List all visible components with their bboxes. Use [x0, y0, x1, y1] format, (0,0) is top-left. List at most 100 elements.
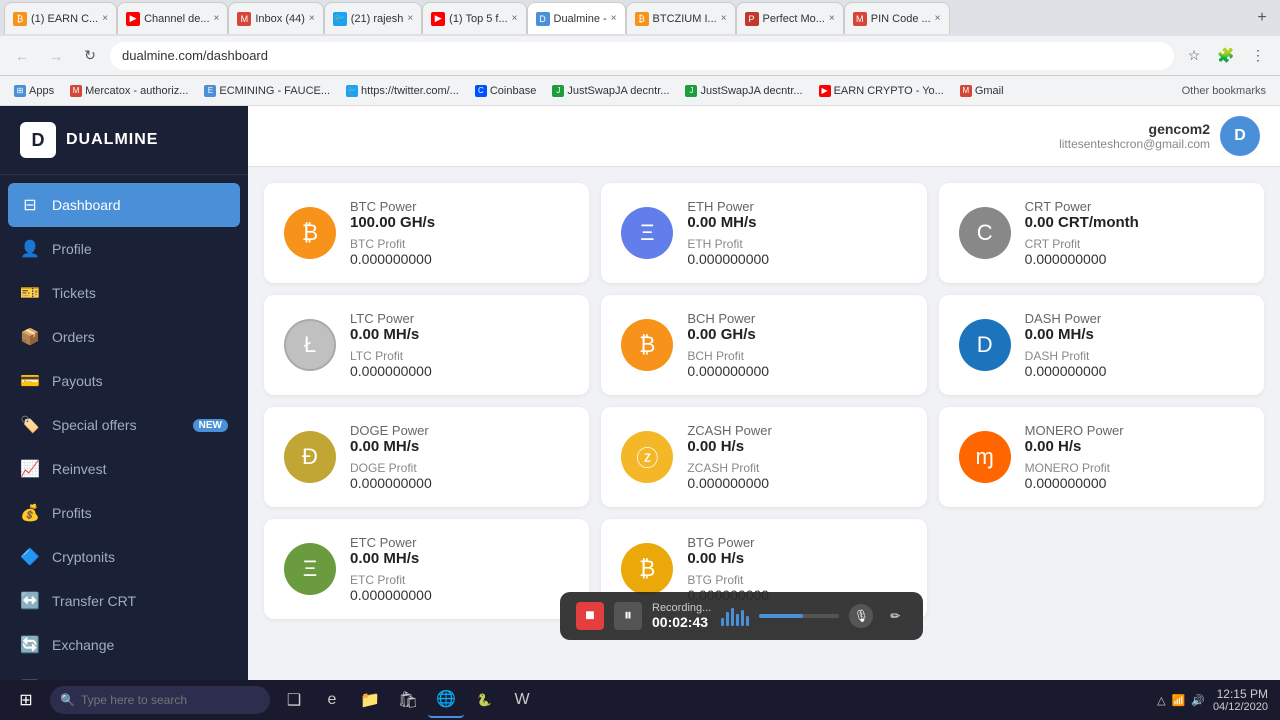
recording-overlay: ■ ⏸ Recording... 00:02:43 🎙 ✏ [560, 592, 923, 640]
tab-close-button[interactable]: × [512, 13, 518, 24]
sidebar-item-tickets[interactable]: 🎫 Tickets [0, 271, 248, 315]
forward-button[interactable]: → [42, 42, 70, 70]
tab-close-button[interactable]: × [935, 13, 941, 24]
sidebar-item-exchange[interactable]: 🔄 Exchange [0, 623, 248, 667]
sidebar-item-profile[interactable]: 👤 Profile [0, 227, 248, 271]
sidebar-item-convert[interactable]: 🔃 Convert [0, 667, 248, 680]
nav-label-cryptonits: Cryptonits [52, 549, 228, 565]
nav-icon-profits: 💰 [20, 503, 40, 523]
sidebar-item-orders[interactable]: 📦 Orders [0, 315, 248, 359]
sidebar-item-payouts[interactable]: 💳 Payouts [0, 359, 248, 403]
bookmark-item-1[interactable]: M Mercatox - authoriz... [64, 83, 194, 99]
bookmark-star-icon[interactable]: ☆ [1180, 42, 1208, 70]
start-button[interactable]: ⊞ [4, 682, 48, 718]
reload-button[interactable]: ↻ [76, 42, 104, 70]
bookmark-label: https://twitter.com/... [361, 85, 459, 97]
taskbar-store-icon[interactable]: 🛍 [390, 682, 426, 718]
tab-close-button[interactable]: × [829, 13, 835, 24]
bookmark-favicon: J [685, 85, 697, 97]
header-bar: gencom2 littesenteshcron@gmail.com D [248, 106, 1280, 167]
taskbar-pinned-apps: ❑ e 📁 🛍 🌐 🐍 W [276, 682, 540, 718]
coin-power-value-zcash: 0.00 H/s [687, 438, 906, 455]
new-badge: NEW [193, 419, 228, 432]
coin-profit-label-zcash: ZCASH Profit [687, 461, 906, 475]
address-input[interactable] [110, 42, 1174, 70]
coin-icon-btg: ₿ [621, 543, 673, 595]
browser-tab-4[interactable]: 🐦 (21) rajesh × [324, 2, 422, 34]
bookmark-item-0[interactable]: ⊞ Apps [8, 83, 60, 99]
sidebar-item-reinvest[interactable]: 📈 Reinvest [0, 447, 248, 491]
extensions-icon[interactable]: 🧩 [1212, 42, 1240, 70]
nav-label-special-offers: Special offers [52, 417, 181, 433]
sidebar-item-profits[interactable]: 💰 Profits [0, 491, 248, 535]
more-bookmarks[interactable]: Other bookmarks [1176, 83, 1272, 99]
tab-title: (1) Top 5 f... [449, 13, 508, 25]
coin-power-label-crt: CRT Power [1025, 199, 1244, 214]
browser-tab-7[interactable]: ₿ BTCZIUM I... × [626, 2, 736, 34]
recording-pause-button[interactable]: ⏸ [614, 602, 642, 630]
bar1 [721, 618, 724, 626]
taskbar-edge-icon[interactable]: e [314, 682, 350, 718]
tab-close-button[interactable]: × [309, 13, 315, 24]
browser-tab-3[interactable]: M Inbox (44) × [228, 2, 323, 34]
bookmark-item-4[interactable]: C Coinbase [469, 83, 542, 99]
recording-stop-button[interactable]: ■ [576, 602, 604, 630]
taskbar-clock: 12:15 PM 04/12/2020 [1213, 687, 1268, 713]
coin-info-zcash: ZCASH Power 0.00 H/s ZCASH Profit 0.0000… [687, 423, 906, 491]
coin-info-ltc: LTC Power 0.00 MH/s LTC Profit 0.0000000… [350, 311, 569, 379]
bookmark-item-5[interactable]: J JustSwapJA decntr... [546, 83, 675, 99]
logo-box: D [20, 122, 56, 158]
browser-tab-1[interactable]: ₿ (1) EARN C... × [4, 2, 117, 34]
avatar: D [1220, 116, 1260, 156]
bookmark-item-8[interactable]: M Gmail [954, 83, 1010, 99]
microphone-button[interactable]: 🎙 [849, 604, 873, 628]
coin-card-doge: Ð DOGE Power 0.00 MH/s DOGE Profit 0.000… [264, 407, 589, 507]
tray-icon-1: △ [1157, 694, 1165, 707]
sidebar-item-transfer-crt[interactable]: ↔️ Transfer CRT [0, 579, 248, 623]
coin-card-ltc: Ł LTC Power 0.00 MH/s LTC Profit 0.00000… [264, 295, 589, 395]
menu-icon[interactable]: ⋮ [1244, 42, 1272, 70]
coin-card-crt: C CRT Power 0.00 CRT/month CRT Profit 0.… [939, 183, 1264, 283]
browser-tab-9[interactable]: M PIN Code ... × [844, 2, 950, 34]
coin-card-bch: ₿ BCH Power 0.00 GH/s BCH Profit 0.00000… [601, 295, 926, 395]
nav-icon-exchange: 🔄 [20, 635, 40, 655]
taskbar-explorer-icon[interactable]: 📁 [352, 682, 388, 718]
new-tab-button[interactable]: + [1248, 4, 1276, 32]
tab-close-button[interactable]: × [407, 13, 413, 24]
tab-title: Perfect Mo... [763, 13, 825, 25]
sidebar-item-cryptonits[interactable]: 🔷 Cryptonits [0, 535, 248, 579]
pen-button[interactable]: ✏ [883, 604, 907, 628]
bookmark-item-2[interactable]: E ECMINING - FAUCE... [198, 83, 336, 99]
coin-power-label-dash: DASH Power [1025, 311, 1244, 326]
bookmark-item-3[interactable]: 🐦 https://twitter.com/... [340, 83, 465, 99]
browser-chrome: ₿ (1) EARN C... × ▶ Channel de... × M In… [0, 0, 1280, 106]
partial-top-row: ₿ BTC Power 100.00 GH/s BTC Profit 0.000… [264, 183, 1264, 283]
sidebar-item-special-offers[interactable]: 🏷️ Special offers NEW [0, 403, 248, 447]
taskbar-chrome-icon[interactable]: 🌐 [428, 682, 464, 718]
taskbar-word-icon[interactable]: W [504, 682, 540, 718]
browser-tab-6[interactable]: D Dualmine - × [527, 2, 626, 34]
browser-tab-2[interactable]: ▶ Channel de... × [117, 2, 228, 34]
tab-close-button[interactable]: × [102, 13, 108, 24]
sidebar-item-dashboard[interactable]: ⊟ Dashboard [8, 183, 240, 227]
tab-close-button[interactable]: × [721, 13, 727, 24]
bookmark-item-7[interactable]: ▶ EARN CRYPTO - Yo... [813, 83, 950, 99]
coin-power-label-bch: BCH Power [687, 311, 906, 326]
taskbar-task-view[interactable]: ❑ [276, 682, 312, 718]
bookmark-item-6[interactable]: J JustSwapJA decntr... [679, 83, 808, 99]
taskbar-python-icon[interactable]: 🐍 [466, 682, 502, 718]
content-area: ₿ BTC Power 100.00 GH/s BTC Profit 0.000… [248, 167, 1280, 647]
nav-icon-tickets: 🎫 [20, 283, 40, 303]
logo-text: DUALMINE [66, 131, 158, 149]
back-button[interactable]: ← [8, 42, 36, 70]
bar3 [731, 608, 734, 626]
browser-tab-8[interactable]: P Perfect Mo... × [736, 2, 844, 34]
coin-profit-value-eth: 0.000000000 [687, 251, 906, 267]
browser-tab-5[interactable]: ▶ (1) Top 5 f... × [422, 2, 526, 34]
nav-icon-dashboard: ⊟ [20, 195, 40, 215]
tab-close-button[interactable]: × [214, 13, 220, 24]
tab-title: Dualmine - [554, 13, 607, 25]
tab-close-button[interactable]: × [611, 13, 617, 24]
sidebar: D DUALMINE ⊟ Dashboard 👤 Profile 🎫 Ticke… [0, 106, 248, 680]
taskbar-search-input[interactable] [81, 693, 241, 707]
